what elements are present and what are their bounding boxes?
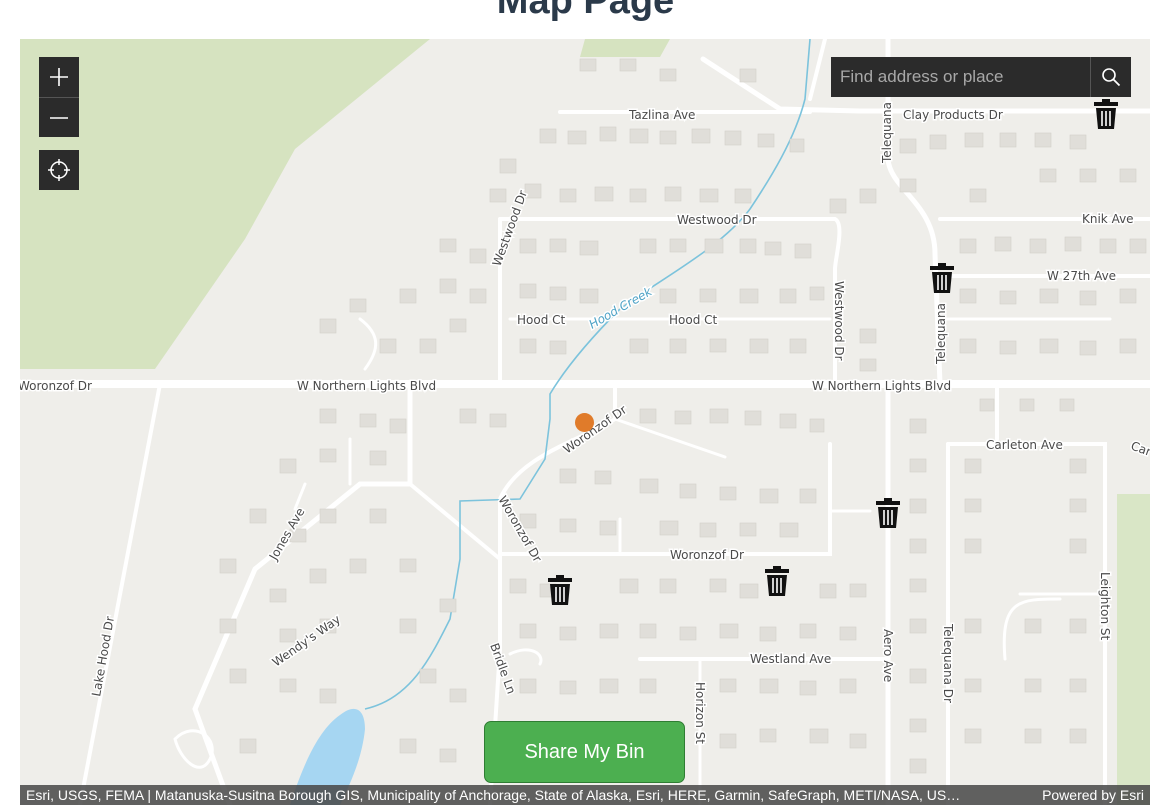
label-aero-ave: Aero Ave — [881, 629, 895, 682]
label-westwood-dr: Westwood Dr — [677, 213, 757, 227]
label-tazlina-ave: Tazlina Ave — [628, 108, 695, 122]
label-w-27th-ave: W 27th Ave — [1047, 269, 1116, 283]
label-woronzof-dr: Woronzof Dr — [20, 379, 92, 393]
label-clay-products-dr: Clay Products Dr — [903, 108, 1003, 122]
label-westland-ave: Westland Ave — [750, 652, 831, 666]
trash-bin-icon[interactable] — [547, 574, 573, 606]
powered-by-esri[interactable]: Powered by Esri — [1042, 787, 1144, 803]
label-carleton-ave: Carleton Ave — [986, 438, 1063, 452]
creek — [364, 39, 811, 710]
trash-bin-icon[interactable] — [875, 497, 901, 529]
label-telequana: Telequana — [880, 102, 894, 164]
label-westwood-dr: Westwood Dr — [832, 281, 846, 361]
attribution-sources[interactable]: Esri, USGS, FEMA | Matanuska-Susitna Bor… — [26, 787, 960, 803]
buildings — [219, 58, 1147, 774]
locate-button[interactable] — [39, 150, 79, 190]
zoom-in-button[interactable] — [39, 57, 79, 97]
label-woronzof-dr: Woronzof Dr — [670, 548, 744, 562]
park-area-north — [580, 39, 670, 57]
label-bridle-ln: Bridle Ln — [487, 641, 518, 696]
label-w-northern-lights-blvd: W Northern Lights Blvd — [812, 379, 951, 393]
map-attribution: Esri, USGS, FEMA | Matanuska-Susitna Bor… — [20, 785, 1150, 805]
label-knik-ave: Knik Ave — [1082, 212, 1134, 226]
label-hood-ct: Hood Ct — [517, 313, 566, 327]
trash-bin-icon[interactable] — [929, 262, 955, 294]
map-view[interactable]: Tazlina Ave Clay Products Dr Westwood Dr… — [20, 39, 1150, 805]
label-woronzof-dr: Woronzof Dr — [561, 403, 630, 457]
page-title: Map Page — [496, 0, 675, 22]
label-telequana-dr: Telequana Dr — [941, 623, 955, 703]
park-area — [20, 39, 430, 369]
label-leighton-st: Leighton St — [1098, 572, 1112, 640]
label-hood-ct: Hood Ct — [669, 313, 718, 327]
trash-bin-icon[interactable] — [764, 565, 790, 597]
share-my-bin-button[interactable]: Share My Bin — [484, 721, 685, 783]
label-car: Car — [1129, 439, 1150, 459]
search-input[interactable] — [831, 57, 1090, 97]
crosshair-icon — [48, 159, 70, 181]
label-horizon-st: Horizon St — [693, 682, 707, 744]
minus-icon — [50, 116, 68, 119]
search-widget — [831, 57, 1131, 97]
label-w-northern-lights-blvd: W Northern Lights Blvd — [297, 379, 436, 393]
zoom-out-button[interactable] — [39, 97, 79, 137]
park-area-east — [1117, 494, 1150, 805]
search-button[interactable] — [1090, 57, 1131, 97]
label-telequana: Telequana — [934, 303, 948, 365]
label-lake-hood-dr: Lake Hood Dr — [89, 615, 117, 697]
plus-icon — [50, 68, 68, 86]
current-location-marker[interactable] — [575, 413, 594, 432]
search-icon — [1102, 68, 1121, 87]
trash-bin-icon[interactable] — [1093, 98, 1119, 130]
zoom-controls — [39, 57, 79, 137]
